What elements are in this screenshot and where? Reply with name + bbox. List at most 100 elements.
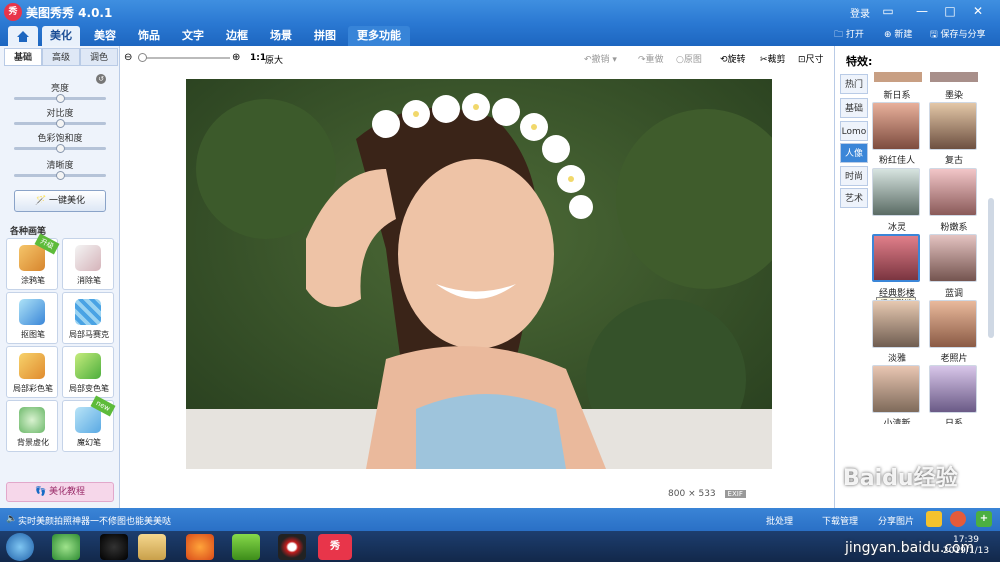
zoom-knob[interactable]: [138, 53, 147, 62]
tool-local-color-pen[interactable]: 局部彩色笔: [6, 346, 58, 398]
tab-border[interactable]: 边框: [218, 26, 256, 46]
maximize-icon[interactable]: □: [940, 3, 960, 19]
weibo-icon[interactable]: [950, 511, 966, 527]
original-size-button[interactable]: 原大: [265, 53, 283, 66]
effect-tab-basic[interactable]: 基础: [840, 98, 868, 118]
effect-thumb-pink-beauty[interactable]: [872, 102, 920, 150]
effect-thumb-partial[interactable]: [874, 72, 922, 82]
sharpness-knob[interactable]: [56, 171, 65, 180]
sharpness-slider[interactable]: [14, 171, 106, 180]
save-share-button[interactable]: 🖫 保存与分享: [930, 27, 986, 43]
effect-tab-fashion[interactable]: 时尚: [840, 166, 868, 186]
system-clock[interactable]: 17:39 2019/1/13: [942, 535, 990, 557]
login-link[interactable]: 登录: [850, 5, 870, 20]
tool-label: 魔幻笔: [77, 438, 101, 447]
undo-button[interactable]: ↶撤销 ▾: [584, 52, 617, 65]
origin-label: 原图: [683, 55, 702, 65]
effect-tab-portrait[interactable]: 人像: [840, 143, 868, 163]
tool-doodle-pen[interactable]: 升级 涂鸦笔: [6, 233, 60, 290]
taskbar-qq-icon[interactable]: [100, 534, 128, 560]
taskbar-explorer-icon[interactable]: [138, 534, 166, 560]
taskbar-firefox-icon[interactable]: [186, 534, 214, 560]
taskbar-record-icon[interactable]: [278, 534, 306, 560]
effect-thumb-partial[interactable]: [930, 72, 978, 82]
taskbar-meitu-icon[interactable]: 秀: [318, 534, 352, 560]
zoom-in-icon[interactable]: ⊕: [232, 52, 240, 63]
tab-beauty[interactable]: 美容: [86, 26, 124, 46]
open-button[interactable]: 🗀 打开: [834, 27, 864, 43]
add-icon[interactable]: +: [976, 511, 992, 527]
effect-label: 复古: [944, 156, 963, 166]
download-manager-button[interactable]: 下载管理: [822, 514, 858, 527]
taskbar-player-icon[interactable]: [232, 534, 260, 560]
rotate-button[interactable]: ⟲旋转: [720, 52, 746, 65]
tool-local-mosaic[interactable]: 局部马赛克: [62, 292, 114, 344]
main-photo[interactable]: [186, 79, 772, 469]
brightness-label: 亮度: [50, 84, 69, 94]
tab-scene[interactable]: 场景: [262, 26, 300, 46]
new-label: 新建: [894, 30, 913, 40]
zoom-1-1-button[interactable]: 1:1: [250, 53, 266, 63]
tab-collage[interactable]: 拼图: [306, 26, 344, 46]
saturation-slider[interactable]: [14, 144, 106, 153]
blur-icon: [19, 407, 45, 433]
taskbar-360-icon[interactable]: [52, 534, 80, 560]
tool-magic-pen[interactable]: new 魔幻笔: [62, 395, 116, 452]
resize-button[interactable]: ⊡尺寸: [798, 52, 824, 65]
tab-more-features[interactable]: 更多功能 ▾: [348, 26, 410, 62]
effect-tab-lomo[interactable]: Lomo: [840, 121, 868, 141]
zoom-out-icon[interactable]: ⊖: [124, 52, 132, 63]
effect-thumb-japanese[interactable]: [929, 365, 977, 413]
exif-button[interactable]: EXIF: [724, 490, 746, 498]
crop-label: 裁剪: [767, 55, 786, 65]
brightness-slider[interactable]: [14, 94, 106, 103]
rotate-label: 旋转: [727, 55, 746, 65]
batch-process-button[interactable]: 批处理: [766, 514, 793, 527]
restore-icon[interactable]: ▭: [878, 3, 898, 19]
effect-thumb-elegant[interactable]: [872, 300, 920, 348]
tab-color[interactable]: 调色: [80, 48, 118, 66]
redo-button[interactable]: ↷重做: [638, 52, 664, 65]
tool-cutout-pen[interactable]: 抠图笔: [6, 292, 58, 344]
effect-tab-hot[interactable]: 热门: [840, 74, 868, 94]
effect-thumb-pinky[interactable]: [929, 168, 977, 216]
one-click-beautify-button[interactable]: 🪄 一键美化: [14, 190, 106, 212]
contrast-knob[interactable]: [56, 119, 65, 128]
image-size-info: 800 × 533 EXIF: [668, 489, 746, 499]
cutout-pen-icon: [19, 299, 45, 325]
tool-background-blur[interactable]: 背景虚化: [6, 400, 58, 452]
effect-thumb-blues[interactable]: [929, 234, 977, 282]
effect-thumb-old-photo[interactable]: [929, 300, 977, 348]
effect-thumb-fresh[interactable]: [872, 365, 920, 413]
brightness-knob[interactable]: [56, 94, 65, 103]
effect-tab-art[interactable]: 艺术: [840, 188, 868, 208]
effects-scrollbar[interactable]: [988, 198, 994, 338]
minimize-icon[interactable]: —: [912, 3, 932, 19]
star-icon[interactable]: [926, 511, 942, 527]
promo-tip[interactable]: 实时美颜拍照神器一不修图也能美美哒: [18, 514, 171, 527]
tab-beautify[interactable]: 美化: [42, 26, 80, 46]
close-icon[interactable]: ✕: [968, 3, 988, 19]
photo-portrait: [186, 79, 772, 469]
effect-label: 粉红佳人: [878, 156, 915, 166]
tool-local-recolor-pen[interactable]: 局部变色笔: [62, 346, 114, 398]
tab-advanced[interactable]: 高级: [42, 48, 80, 66]
start-button[interactable]: [6, 533, 34, 561]
effect-thumb-classic-studio[interactable]: [872, 234, 920, 282]
tab-basic[interactable]: 基础: [4, 48, 42, 66]
tool-eraser-pen[interactable]: 消除笔: [62, 238, 114, 290]
tab-text[interactable]: 文字: [174, 26, 212, 46]
effect-thumb-retro[interactable]: [929, 102, 977, 150]
new-button[interactable]: ⊕ 新建: [884, 27, 912, 43]
home-button[interactable]: [8, 26, 38, 46]
contrast-slider[interactable]: [14, 119, 106, 128]
effect-thumb-ice[interactable]: [872, 168, 920, 216]
original-image-button[interactable]: ○原图: [676, 52, 702, 65]
saturation-knob[interactable]: [56, 144, 65, 153]
tool-label: 抠图笔: [21, 330, 45, 339]
tab-accessories[interactable]: 饰品: [130, 26, 168, 46]
zoom-slider[interactable]: [138, 53, 230, 62]
share-image-button[interactable]: 分享图片: [878, 514, 914, 527]
beautify-tutorial-button[interactable]: 👣 美化教程: [6, 482, 114, 502]
crop-button[interactable]: ✂裁剪: [760, 52, 786, 65]
